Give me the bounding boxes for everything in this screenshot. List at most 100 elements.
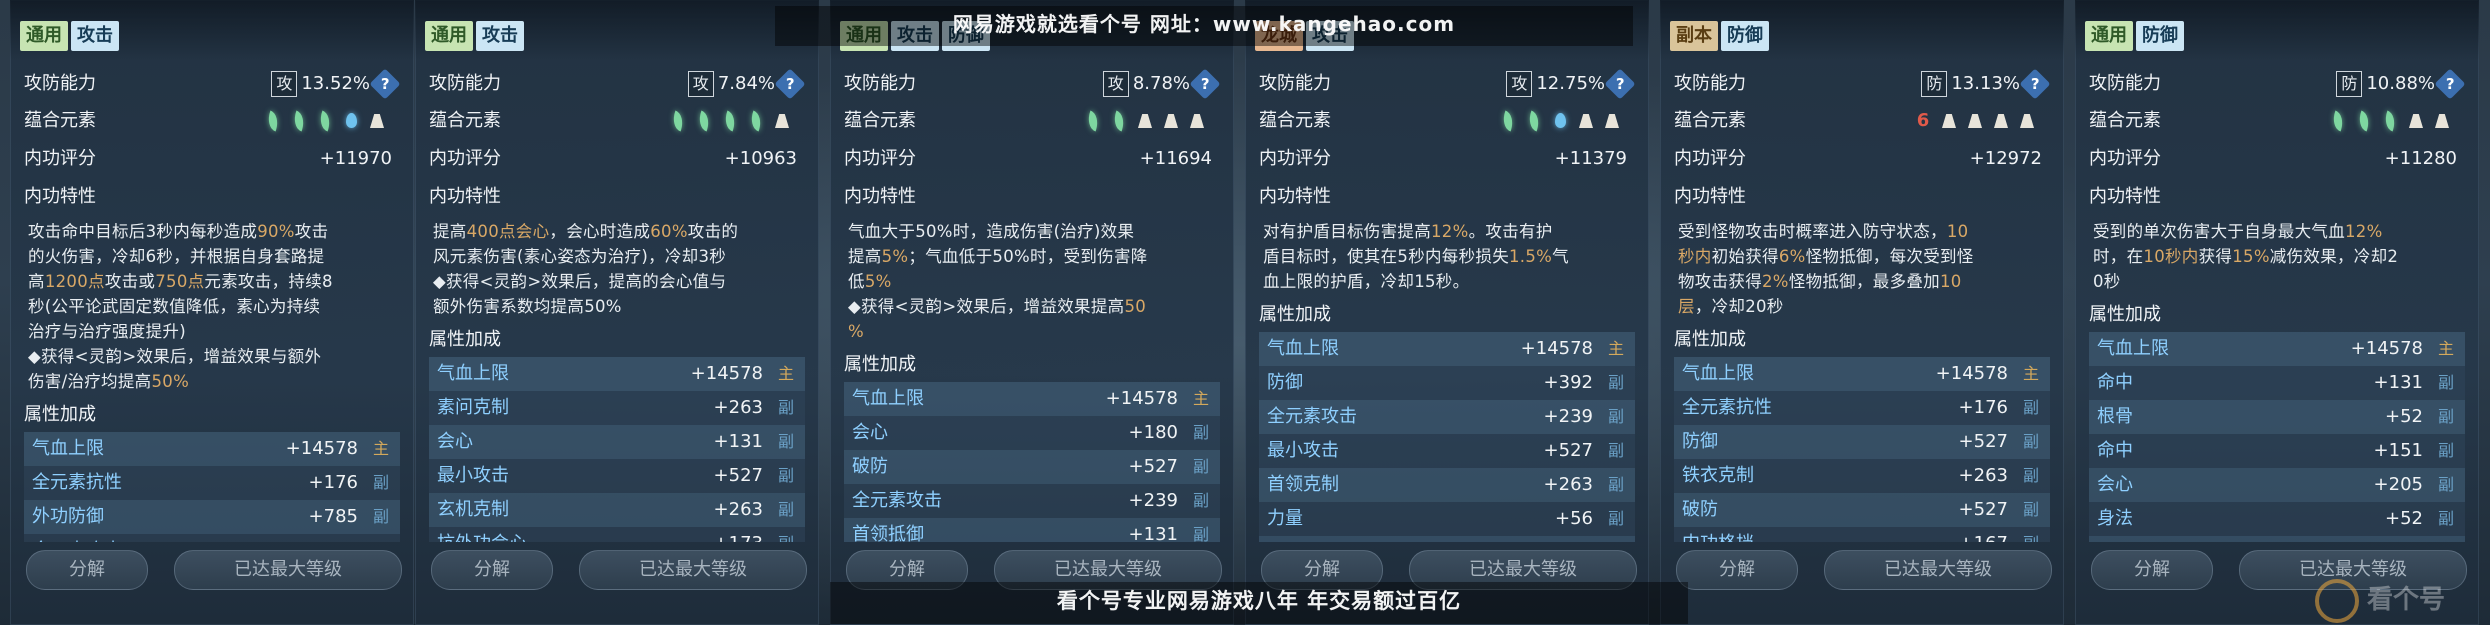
ratio-type-box: 防 — [1921, 71, 1948, 97]
stats-list[interactable]: 气血上限 +14578 主全元素抗性 +176 副防御 +527 副铁衣克制 +263 副破防 +… — [1674, 357, 2050, 542]
trait-row: 内功特性 — [844, 180, 1220, 214]
stat-row: 气血上限 +14578 主 — [1259, 332, 1635, 366]
stat-value: +239 — [1128, 490, 1178, 511]
watermark-bottom: 看个号专业网易游戏八年 年交易额过百亿 — [830, 582, 1688, 624]
stat-value: +131 — [2373, 372, 2423, 393]
stat-value: +56 — [1555, 508, 1593, 529]
ratio-percent: 8.78% — [1132, 73, 1190, 94]
highlight-value: % — [848, 322, 864, 341]
sub-stat-icon: 副 — [1607, 373, 1624, 392]
water-element-icon[interactable] — [1551, 110, 1569, 132]
category-tags: 副本 防御 — [1670, 21, 1769, 51]
element-label: 蕴合元素 — [429, 110, 501, 131]
inner-skill-card: 副本 防御 攻防能力防 13.13%? 蕴合元素 6 内功评分 +12972 内功特性 受到怪物攻… — [1660, 0, 2064, 625]
wind-element-icon[interactable] — [264, 110, 282, 132]
wind-element-icon[interactable] — [1084, 110, 1102, 132]
highlight-value: 6% — [1778, 247, 1806, 266]
wind-element-icon[interactable] — [669, 110, 687, 132]
description-text: 低 — [848, 272, 865, 291]
decompose-button[interactable]: 分解 — [26, 550, 148, 590]
trait-row: 内功特性 — [429, 180, 805, 214]
wind-element-icon[interactable] — [695, 110, 713, 132]
element-label: 蕴合元素 — [24, 110, 96, 131]
empty-element-icon[interactable] — [1603, 110, 1621, 132]
empty-element-icon[interactable] — [2018, 110, 2036, 132]
description-line: 物攻击获得2%怪物抵御，最多叠加10 — [1678, 269, 2048, 294]
attack-defense-label: 攻防能力 — [2089, 73, 2161, 94]
trait-label: 内功特性 — [429, 186, 501, 207]
stat-name: 全元素抗性 — [1682, 397, 1772, 418]
help-icon[interactable]: ? — [2019, 68, 2051, 100]
help-icon[interactable]: ? — [2434, 68, 2466, 100]
stat-row: 首领抵御 +131 副 — [844, 518, 1220, 542]
category-tag: 防御 — [1721, 21, 1769, 51]
wind-element-icon[interactable] — [1499, 110, 1517, 132]
wind-element-icon[interactable] — [721, 110, 739, 132]
description-line: 攻击命中目标后3秒内每秒造成90%攻击 — [28, 219, 398, 244]
description-line: 盾目标时，使其在5秒内每秒损失1.5%气 — [1263, 244, 1633, 269]
stats-header: 属性加成 — [429, 329, 501, 350]
description-text: 怪物抵御，最多叠加 — [1788, 272, 1940, 291]
element-icons — [1499, 104, 1621, 138]
description-text: 攻击 — [294, 222, 329, 241]
description-text: 元素攻击，持续8 — [204, 272, 333, 291]
max-level-button[interactable]: 已达最大等级 — [1824, 550, 2052, 590]
main-stat-icon: 主 — [2437, 339, 2454, 358]
fire-element-icon[interactable]: 6 — [1914, 110, 1932, 132]
stats-list[interactable]: 气血上限+14578主全元素抗性+176副外功防御+785副全元素攻击+313副 — [24, 432, 400, 542]
empty-element-icon[interactable] — [1940, 110, 1958, 132]
stats-list[interactable]: 气血上限 +14578 主命中 +131 副根骨 +52 副命中 +151 副会心 +205 副身法… — [2089, 332, 2465, 542]
wind-element-icon[interactable] — [747, 110, 765, 132]
description-text: 攻击或 — [104, 272, 156, 291]
empty-element-icon[interactable] — [368, 110, 386, 132]
stats-list[interactable]: 气血上限 +14578 主会心 +180 副破防 +527 副全元素攻击 +239 副首领抵御 +… — [844, 382, 1220, 542]
stat-value: +131 — [1128, 524, 1178, 542]
category-tag: 攻击 — [476, 21, 524, 51]
wind-element-icon[interactable] — [2329, 110, 2347, 132]
empty-element-icon[interactable] — [2407, 110, 2425, 132]
stat-value: +263 — [1543, 474, 1593, 495]
inner-skill-card: 通用 攻击 攻防能力攻 13.52%? 蕴合元素 内功评分 +11970 内功特性 攻击命中目标… — [10, 0, 414, 625]
stats-list[interactable]: 气血上限 +14578 主素问克制 +263 副会心 +131 副最小攻击 +527 副玄机克制… — [429, 357, 805, 542]
empty-element-icon[interactable] — [1136, 110, 1154, 132]
stat-row: 防御 +392 副 — [1259, 366, 1635, 400]
decompose-button[interactable]: 分解 — [2091, 550, 2213, 590]
stat-name: 首领克制 — [1267, 474, 1339, 495]
water-element-icon[interactable] — [342, 110, 360, 132]
empty-element-icon[interactable] — [773, 110, 791, 132]
description-text: ，会心时造成 — [549, 222, 651, 241]
help-icon[interactable]: ? — [774, 68, 806, 100]
empty-element-icon[interactable] — [1162, 110, 1180, 132]
wind-element-icon[interactable] — [1525, 110, 1543, 132]
max-level-button[interactable]: 已达最大等级 — [579, 550, 807, 590]
highlight-value: 12% — [2345, 222, 2383, 241]
category-tag: 攻击 — [71, 21, 119, 51]
description-line: 气血大于50%时，造成伤害(治疗)效果 — [848, 219, 1218, 244]
empty-element-icon[interactable] — [1992, 110, 2010, 132]
wind-element-icon[interactable] — [290, 110, 308, 132]
help-icon[interactable]: ? — [1189, 68, 1221, 100]
highlight-value: 50% — [151, 372, 190, 391]
empty-element-icon[interactable] — [1966, 110, 1984, 132]
max-level-button[interactable]: 已达最大等级 — [174, 550, 402, 590]
score-value: +12972 — [1969, 148, 2042, 169]
wind-element-icon[interactable] — [316, 110, 334, 132]
wind-element-icon[interactable] — [1110, 110, 1128, 132]
help-icon[interactable]: ? — [369, 68, 401, 100]
sub-stat-icon: 副 — [1192, 491, 1209, 510]
empty-element-icon[interactable] — [2433, 110, 2451, 132]
empty-element-icon[interactable] — [1577, 110, 1595, 132]
decompose-button[interactable]: 分解 — [1676, 550, 1798, 590]
score-value: +11379 — [1554, 148, 1627, 169]
stats-header: 属性加成 — [844, 354, 916, 375]
stat-value: +14578 — [1520, 338, 1593, 359]
decompose-button[interactable]: 分解 — [431, 550, 553, 590]
stats-list[interactable]: 气血上限 +14578 主防御 +392 副全元素攻击 +239 副最小攻击 +527 副首领克… — [1259, 332, 1635, 542]
wind-element-icon[interactable] — [2355, 110, 2373, 132]
empty-element-icon[interactable] — [1188, 110, 1206, 132]
sub-stat-icon: 副 — [2437, 441, 2454, 460]
score-row: 内功评分 +11970 — [24, 142, 400, 176]
help-icon[interactable]: ? — [1604, 68, 1636, 100]
attack-defense-label: 攻防能力 — [429, 73, 501, 94]
wind-element-icon[interactable] — [2381, 110, 2399, 132]
